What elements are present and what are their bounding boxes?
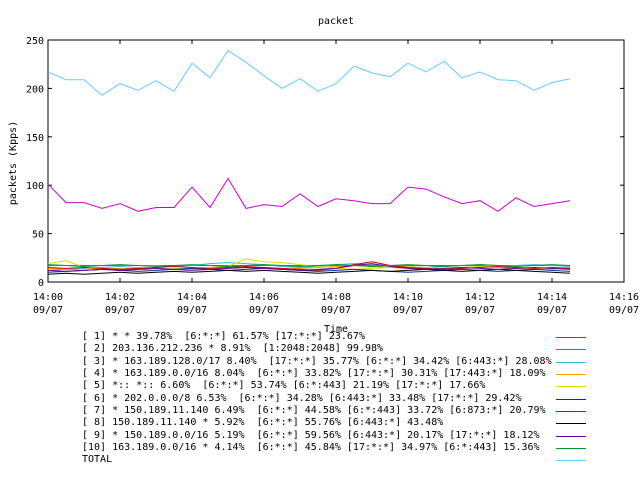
plot-frame [47,39,625,283]
x-tick-label: 14:16 [609,292,639,303]
legend-entry: [ 4] * 163.189.0.0/16 8.04% [6:*:*] 33.8… [82,368,586,380]
legend-swatch [556,386,586,388]
legend-entry: [ 8] 150.189.11.140 * 5.92% [6:*:*] 55.7… [82,417,586,429]
y-axis-label: packets (Kpps) [8,121,19,205]
legend-entry: [10] 163.189.0.0/16 * 4.14% [6:*:*] 45.8… [82,442,586,454]
legend-label: [ 1] * * 39.78% [6:*:*] 61.57% [17:*:*] … [82,331,365,342]
legend-swatch [556,349,586,351]
x-tick-date: 09/07 [393,305,423,316]
series-line-1 [47,177,571,212]
legend: [ 1] * * 39.78% [6:*:*] 61.57% [17:*:*] … [82,331,586,467]
legend-entry: [ 2] 203.136.212.236 * 8.91% [1:2048:204… [82,343,586,355]
x-tick-label: 14:00 [33,292,63,303]
legend-label: [ 3] * 163.189.128.0/17 8.40% [17:*:*] 3… [82,355,552,367]
legend-entry: [ 3] * 163.189.128.0/17 8.40% [17:*:*] 3… [82,355,586,368]
legend-swatch [556,460,586,462]
legend-label: [ 8] 150.189.11.140 * 5.92% [6:*:*] 55.7… [82,417,444,429]
legend-swatch [556,337,586,338]
legend-label: [ 2] 203.136.212.236 * 8.91% [1:2048:204… [82,343,384,355]
x-tick-label: 14:04 [177,292,207,303]
legend-swatch [556,374,586,376]
legend-label: TOTAL [82,454,113,466]
legend-entry: TOTAL [82,454,586,466]
legend-entry: [ 7] * 150.189.11.140 6.49% [6:*:*] 44.5… [82,405,586,417]
x-tick-date: 09/07 [537,305,567,316]
y-tick-label: 250 [26,36,44,47]
x-tick-label: 14:02 [105,292,135,303]
x-tick-date: 09/07 [321,305,351,316]
legend-label: [ 4] * 163.189.0.0/16 8.04% [6:*:*] 33.8… [82,368,546,380]
legend-label: [ 6] * 202.0.0.0/8 6.53% [6:*:*] 34.28% … [82,392,522,404]
legend-swatch [556,398,586,400]
x-tick-label: 14:12 [465,292,495,303]
y-tick-label: 100 [26,181,44,192]
legend-swatch [556,361,586,363]
x-tick-date: 09/07 [177,305,207,316]
x-tick-date: 09/07 [249,305,279,316]
y-tick-label: 50 [32,230,44,241]
legend-label: [ 9] * 150.189.0.0/16 5.19% [6:*:*] 59.5… [82,429,540,441]
x-tick-label: 14:08 [321,292,351,303]
legend-swatch [556,435,586,437]
x-tick-date: 09/07 [33,305,63,316]
legend-entry: [ 6] * 202.0.0.0/8 6.53% [6:*:*] 34.28% … [82,392,586,405]
series-line-11 [47,49,571,96]
legend-swatch [556,448,586,450]
x-tick-label: 14:10 [393,292,423,303]
y-tick-label: 150 [26,133,44,144]
legend-label: [10] 163.189.0.0/16 * 4.14% [6:*:*] 45.8… [82,442,540,454]
legend-entry: [ 9] * 150.189.0.0/16 5.19% [6:*:*] 59.5… [82,429,586,442]
y-tick-label: 0 [38,278,44,289]
legend-label: [ 5] *:: *:: 6.60% [6:*:*] 53.74% [6:*:4… [82,380,486,392]
legend-entry: [ 5] *:: *:: 6.60% [6:*:*] 53.74% [6:*:4… [82,380,586,392]
x-tick-label: 14:06 [249,292,279,303]
legend-label: [ 7] * 150.189.11.140 6.49% [6:*:*] 44.5… [82,405,546,417]
legend-entry: [ 1] * * 39.78% [6:*:*] 61.57% [17:*:*] … [82,331,586,343]
x-tick-label: 14:14 [537,292,567,303]
x-tick-date: 09/07 [105,305,135,316]
chart-title: packet [318,16,354,27]
x-tick-date: 09/07 [465,305,495,316]
x-tick-date: 09/07 [609,305,639,316]
legend-swatch [556,411,586,413]
y-tick-label: 200 [26,84,44,95]
plot-area: 0 50 100 150 200 250 14:00 09/07 14:02 09/07 14:04… [26,36,639,316]
legend-swatch [556,423,586,425]
